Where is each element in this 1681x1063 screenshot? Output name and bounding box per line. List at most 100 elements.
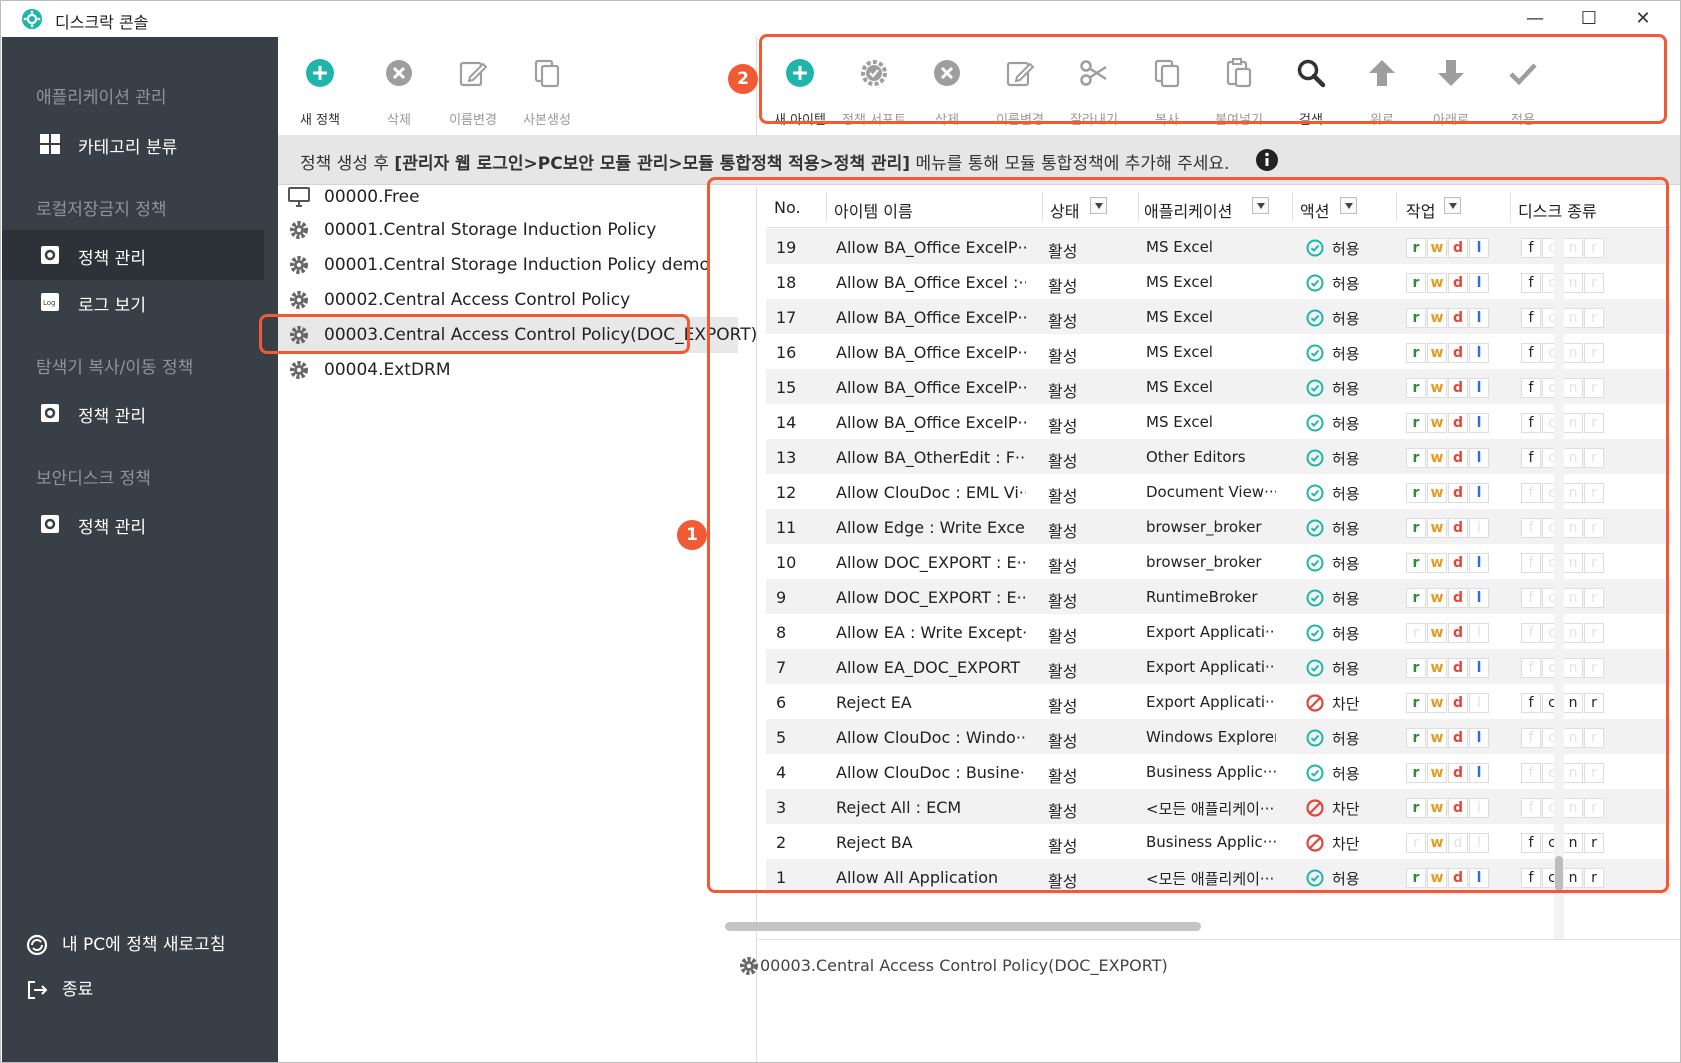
- disk-flag[interactable]: r: [1584, 238, 1604, 258]
- table-row[interactable]: 5 Allow ClouDoc : Windo··· 활성 Windows Explo…: [766, 719, 1671, 756]
- permission-flag[interactable]: r: [1406, 728, 1426, 748]
- permission-flag[interactable]: l: [1469, 273, 1489, 293]
- sidebar-item-local-policy[interactable]: 정책 관리: [2, 230, 264, 280]
- permission-flag[interactable]: r: [1406, 833, 1426, 853]
- table-row[interactable]: 7 Allow EA_DOC_EXPORT 활성 Export Applicati··…: [766, 649, 1671, 686]
- action-filter-dropdown[interactable]: [1340, 197, 1357, 214]
- permission-flag[interactable]: r: [1406, 378, 1426, 398]
- copy-button[interactable]: 복사: [1127, 47, 1207, 128]
- column-divider[interactable]: [826, 192, 827, 222]
- task-permissions[interactable]: rwdl: [1406, 798, 1490, 818]
- table-row[interactable]: 14 Allow BA_Office ExcelP··· 활성 MS Excel 허용 r…: [766, 404, 1671, 441]
- policy-support-button[interactable]: 정책 서포트: [834, 47, 914, 128]
- disk-flag[interactable]: r: [1584, 868, 1604, 888]
- delete-item-button[interactable]: 삭제: [907, 47, 987, 128]
- disk-flag[interactable]: r: [1584, 693, 1604, 713]
- permission-flag[interactable]: w: [1427, 238, 1447, 258]
- apply-button[interactable]: 적용: [1483, 47, 1563, 128]
- task-permissions[interactable]: rwdl: [1406, 868, 1490, 888]
- task-permissions[interactable]: rwdl: [1406, 343, 1490, 363]
- disk-flag[interactable]: f: [1521, 518, 1541, 538]
- permission-flag[interactable]: d: [1448, 413, 1468, 433]
- permission-flag[interactable]: w: [1427, 483, 1447, 503]
- permission-flag[interactable]: d: [1448, 833, 1468, 853]
- permission-flag[interactable]: w: [1427, 868, 1447, 888]
- permission-flag[interactable]: d: [1448, 553, 1468, 573]
- paste-button[interactable]: 붙여넣기: [1199, 47, 1279, 128]
- sidebar-item-explorer-policy[interactable]: 정책 관리: [2, 388, 264, 438]
- task-permissions[interactable]: rwdl: [1406, 763, 1490, 783]
- permission-flag[interactable]: d: [1448, 518, 1468, 538]
- permission-flag[interactable]: r: [1406, 588, 1426, 608]
- disk-flag[interactable]: n: [1563, 308, 1583, 328]
- disk-flag[interactable]: f: [1521, 553, 1541, 573]
- policy-tree-item[interactable]: 00001.Central Storage Induction Policy: [278, 212, 738, 248]
- disk-flag[interactable]: f: [1521, 693, 1541, 713]
- task-permissions[interactable]: rwdl: [1406, 483, 1490, 503]
- permission-flag[interactable]: d: [1448, 343, 1468, 363]
- permission-flag[interactable]: r: [1406, 658, 1426, 678]
- move-up-button[interactable]: 위로: [1342, 47, 1422, 128]
- sidebar-item-log[interactable]: Log 로그 보기: [2, 277, 264, 327]
- permission-flag[interactable]: r: [1406, 693, 1426, 713]
- policy-tree-item[interactable]: 00000.Free: [278, 179, 738, 215]
- permission-flag[interactable]: d: [1448, 623, 1468, 643]
- permission-flag[interactable]: d: [1448, 273, 1468, 293]
- permission-flag[interactable]: l: [1469, 728, 1489, 748]
- exit-button[interactable]: 종료: [26, 975, 93, 1001]
- refresh-policy-button[interactable]: 내 PC에 정책 새로고침: [26, 930, 225, 956]
- disk-flag[interactable]: r: [1584, 588, 1604, 608]
- permission-flag[interactable]: d: [1448, 378, 1468, 398]
- header-disk-type[interactable]: 디스크 종류: [1518, 198, 1597, 222]
- policy-tree-item[interactable]: 00001.Central Storage Induction Policy d…: [278, 247, 738, 283]
- disk-flag[interactable]: f: [1521, 868, 1541, 888]
- task-permissions[interactable]: rwdl: [1406, 238, 1490, 258]
- task-filter-dropdown[interactable]: [1444, 197, 1461, 214]
- table-row[interactable]: 13 Allow BA_OtherEdit : F··· 활성 Other Edito…: [766, 439, 1671, 476]
- search-button[interactable]: 검색: [1271, 47, 1351, 128]
- column-divider[interactable]: [1292, 192, 1293, 222]
- task-permissions[interactable]: rwdl: [1406, 518, 1490, 538]
- disk-flag[interactable]: n: [1563, 343, 1583, 363]
- disk-flag[interactable]: n: [1563, 413, 1583, 433]
- task-permissions[interactable]: rwdl: [1406, 448, 1490, 468]
- permission-flag[interactable]: w: [1427, 728, 1447, 748]
- table-row[interactable]: 8 Allow EA : Write Except··· 활성 Export Appl…: [766, 614, 1671, 651]
- move-down-button[interactable]: 아래로: [1411, 47, 1491, 128]
- cut-button[interactable]: 잘라내기: [1054, 47, 1134, 128]
- disk-flag[interactable]: r: [1584, 308, 1604, 328]
- disk-flag[interactable]: f: [1521, 728, 1541, 748]
- column-divider[interactable]: [1138, 192, 1139, 222]
- permission-flag[interactable]: l: [1469, 693, 1489, 713]
- disk-flag[interactable]: r: [1584, 833, 1604, 853]
- disk-flag[interactable]: f: [1521, 378, 1541, 398]
- permission-flag[interactable]: l: [1469, 553, 1489, 573]
- permission-flag[interactable]: w: [1427, 588, 1447, 608]
- permission-flag[interactable]: l: [1469, 868, 1489, 888]
- header-task[interactable]: 작업: [1406, 198, 1435, 222]
- table-row[interactable]: 3 Reject All : ECM 활성 <모든 애플리케이··· 차단 r w d l f c n…: [766, 789, 1671, 826]
- permission-flag[interactable]: w: [1427, 448, 1447, 468]
- disk-flag[interactable]: f: [1521, 448, 1541, 468]
- permission-flag[interactable]: w: [1427, 798, 1447, 818]
- permission-flag[interactable]: d: [1448, 868, 1468, 888]
- disk-flag[interactable]: f: [1521, 588, 1541, 608]
- table-row[interactable]: 17 Allow BA_Office ExcelP··· 활성 MS Excel 허용 r…: [766, 299, 1671, 336]
- permission-flag[interactable]: w: [1427, 658, 1447, 678]
- permission-flag[interactable]: l: [1469, 833, 1489, 853]
- disk-flag[interactable]: n: [1563, 448, 1583, 468]
- header-application[interactable]: 애플리케이션: [1144, 198, 1232, 222]
- permission-flag[interactable]: r: [1406, 868, 1426, 888]
- disk-flag[interactable]: r: [1584, 413, 1604, 433]
- disk-flag[interactable]: r: [1584, 658, 1604, 678]
- disk-flag[interactable]: f: [1521, 798, 1541, 818]
- permission-flag[interactable]: w: [1427, 623, 1447, 643]
- disk-flag[interactable]: r: [1584, 378, 1604, 398]
- disk-flag[interactable]: f: [1521, 343, 1541, 363]
- permission-flag[interactable]: w: [1427, 553, 1447, 573]
- disk-flag[interactable]: n: [1563, 553, 1583, 573]
- new-item-button[interactable]: 새 아이템: [760, 47, 840, 128]
- new-policy-button[interactable]: 새 정책: [280, 47, 360, 128]
- permission-flag[interactable]: d: [1448, 588, 1468, 608]
- disk-flag[interactable]: n: [1563, 763, 1583, 783]
